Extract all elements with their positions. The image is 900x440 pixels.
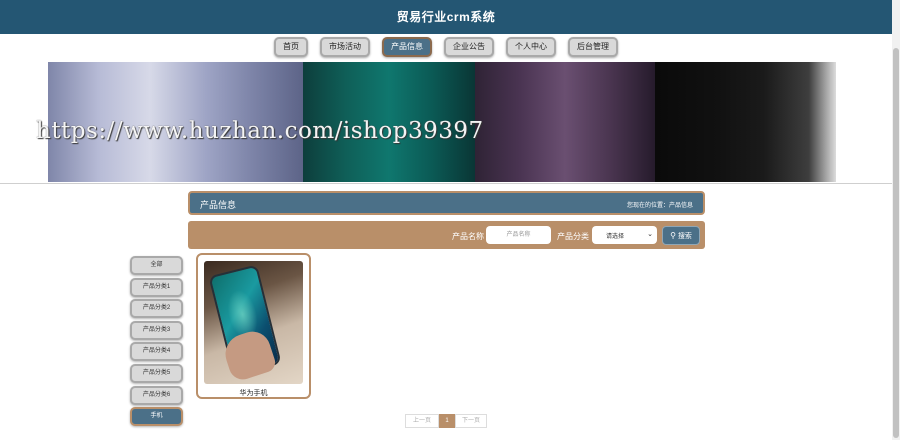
main-nav: 首页 市场活动 产品信息 企业公告 个人中心 后台管理	[0, 37, 892, 59]
category-item-3[interactable]: 产品分类3	[130, 320, 183, 340]
header: 贸易行业crm系统	[0, 0, 892, 34]
scrollbar-thumb[interactable]	[893, 48, 899, 438]
select-value: 请选择	[606, 234, 625, 240]
category-item-1[interactable]: 产品分类1	[130, 277, 183, 297]
nav-item-personal-center[interactable]: 个人中心	[506, 37, 556, 57]
chevron-down-icon: ⌄	[647, 231, 653, 238]
section-title: 产品信息	[200, 200, 237, 210]
product-name-input[interactable]	[486, 226, 551, 244]
divider	[0, 183, 892, 184]
nav-item-product-info[interactable]: 产品信息	[382, 37, 432, 57]
category-item-6[interactable]: 产品分类6	[130, 385, 183, 405]
product-name[interactable]: 华为手机	[198, 388, 309, 398]
section-header: 产品信息 您现在的位置：产品信息	[188, 191, 705, 215]
product-card[interactable]: 华为手机	[196, 253, 311, 399]
nav-item-market-activity[interactable]: 市场活动	[320, 37, 370, 57]
product-category-label: 产品分类	[557, 232, 589, 241]
banner-panel	[655, 62, 836, 182]
next-page-button[interactable]: 下一页	[455, 414, 487, 428]
breadcrumb: 您现在的位置：产品信息	[626, 203, 693, 209]
product-category-select[interactable]: 请选择 ⌄	[592, 226, 657, 244]
search-button[interactable]: ⚲ 搜索	[662, 226, 700, 245]
category-list: 全部 产品分类1 产品分类2 产品分类3 产品分类4 产品分类5 产品分类6 手…	[130, 256, 184, 429]
page: 贸易行业crm系统 首页 市场活动 产品信息 企业公告 个人中心 后台管理 ht…	[0, 0, 900, 440]
prev-page-button[interactable]: 上一页	[405, 414, 439, 428]
search-button-label: 搜索	[677, 233, 692, 240]
search-bar: 产品名称 产品分类 请选择 ⌄ ⚲搜索	[188, 221, 705, 249]
product-name-label: 产品名称	[452, 232, 484, 241]
search-icon: ⚲	[670, 231, 676, 240]
category-item-4[interactable]: 产品分类4	[130, 342, 183, 362]
product-image[interactable]	[204, 261, 303, 384]
category-item-2[interactable]: 产品分类2	[130, 299, 183, 319]
banner-panel	[475, 62, 655, 182]
category-item-5[interactable]: 产品分类5	[130, 363, 183, 383]
banner-watermark: https://www.huzhan.com/ishop39397	[36, 118, 484, 144]
nav-item-admin[interactable]: 后台管理	[568, 37, 618, 57]
nav-item-home[interactable]: 首页	[274, 37, 308, 57]
category-item-phone[interactable]: 手机	[130, 407, 183, 427]
page-number-current[interactable]: 1	[439, 414, 455, 428]
category-item-all[interactable]: 全部	[130, 256, 183, 275]
vertical-scrollbar[interactable]	[892, 0, 900, 440]
nav-item-announcements[interactable]: 企业公告	[444, 37, 494, 57]
site-title: 贸易行业crm系统	[396, 10, 496, 24]
pagination: 上一页 1 下一页	[405, 414, 487, 428]
